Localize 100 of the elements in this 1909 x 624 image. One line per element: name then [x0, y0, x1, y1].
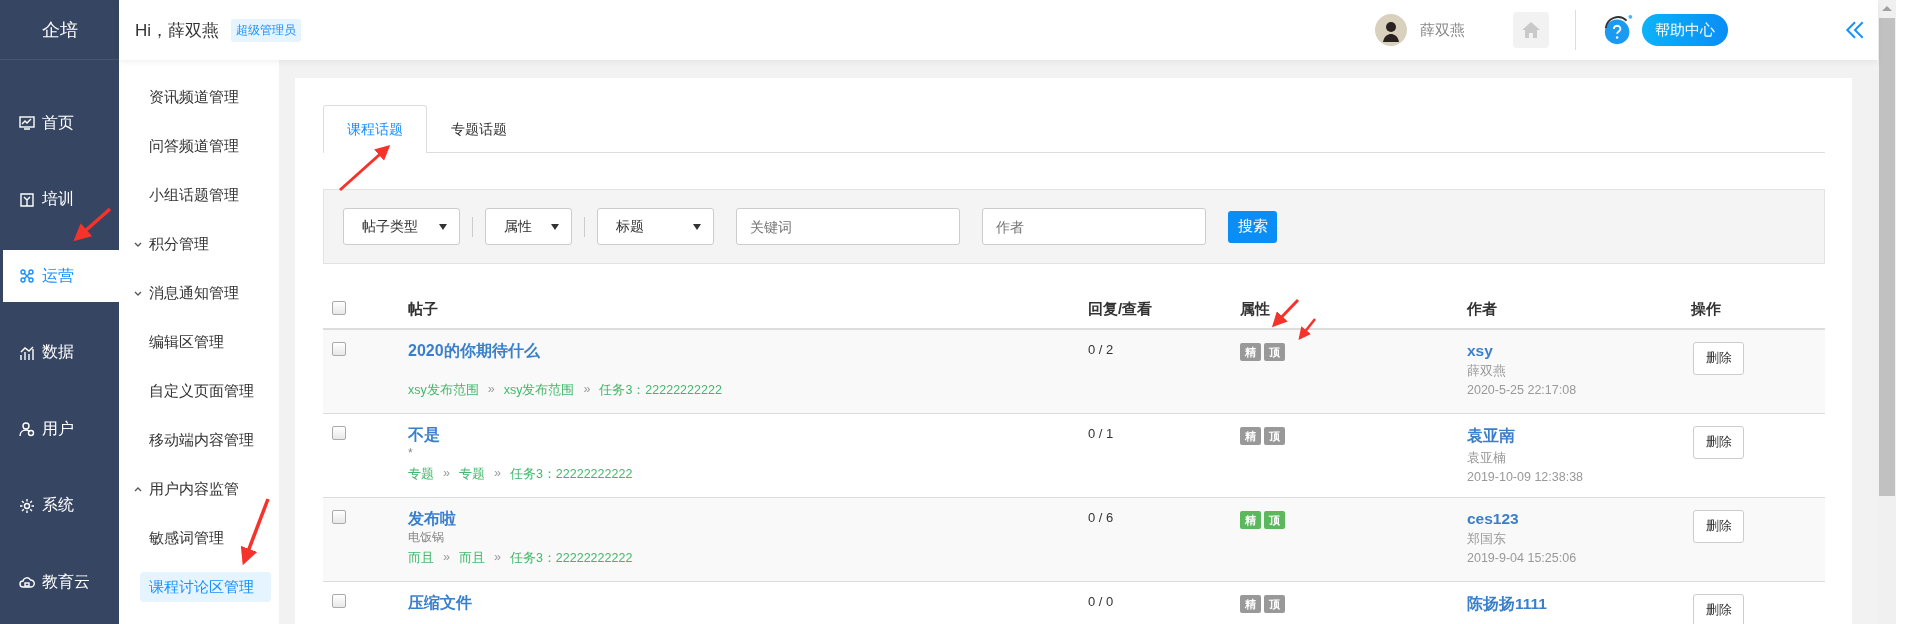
submenu-group[interactable]: 用户内容监管	[133, 474, 271, 504]
filter-dropdown[interactable]: 帖子类型	[343, 208, 460, 245]
column-header: 帖子	[408, 299, 438, 317]
author-link[interactable]: 袁亚南	[1467, 426, 1691, 447]
author-link[interactable]: 陈扬扬1111	[1467, 594, 1691, 615]
annotation-arrow	[339, 145, 391, 192]
path-link[interactable]: 专题	[458, 466, 485, 483]
post-title-link[interactable]: 不是	[408, 426, 1088, 444]
submenu-group[interactable]: 消息通知管理	[133, 278, 271, 308]
keyword-field[interactable]: 关键词	[736, 208, 960, 245]
submenu-group-label: 积分管理	[149, 234, 209, 254]
path-link[interactable]: 专题	[408, 466, 434, 483]
nav-item[interactable]: 运营	[3, 250, 119, 302]
nav-item[interactable]: 数据	[3, 326, 119, 379]
submenu-item[interactable]: 小组话题管理	[140, 180, 271, 210]
post-excerpt: *	[408, 445, 414, 461]
path-link[interactable]: 任务3：22222222222	[509, 466, 633, 483]
home-icon	[1521, 20, 1541, 40]
attribute-tag[interactable]: 精	[1240, 595, 1261, 613]
reply-view-count: 0 / 0	[1088, 594, 1114, 609]
greeting: Hi，薛双燕	[135, 19, 220, 42]
post-date: 2020-5-25 22:17:08	[1467, 383, 1578, 397]
attribute-tag[interactable]: 顶	[1264, 595, 1285, 613]
post-date: 2019-9-04 15:25:06	[1467, 551, 1578, 565]
post-title-link[interactable]: 压缩文件	[408, 594, 1088, 612]
column-header: 操作	[1691, 299, 1721, 317]
scrollbar[interactable]	[1878, 0, 1896, 624]
nav-item[interactable]: 教育云	[3, 556, 119, 608]
filter-dropdown[interactable]: 标题	[597, 208, 714, 245]
submenu-item[interactable]: 自定义页面管理	[140, 376, 271, 406]
delete-button[interactable]: 删除	[1693, 510, 1744, 543]
filter-dropdown[interactable]: 属性	[485, 208, 572, 245]
reply-view-count: 0 / 2	[1088, 342, 1114, 357]
submenu-item[interactable]: 课程讨论区管理	[140, 572, 271, 602]
author-real-name: 郑国东	[1467, 531, 1507, 548]
checkbox[interactable]	[332, 300, 346, 315]
delete-button[interactable]: 删除	[1693, 426, 1744, 459]
nodes-icon	[19, 268, 35, 284]
path-separator: »	[493, 550, 501, 566]
nav-item[interactable]: 系统	[3, 479, 119, 532]
path-link[interactable]: 而且	[458, 550, 485, 567]
post-title-link[interactable]: 发布啦	[408, 510, 1088, 528]
attribute-tag[interactable]: 顶	[1264, 427, 1285, 445]
path-link[interactable]: xsy发布范围	[503, 382, 575, 399]
nav-item[interactable]: 用户	[3, 403, 119, 455]
book-icon	[19, 191, 35, 208]
submenu-item[interactable]: 资讯频道管理	[140, 82, 271, 112]
path-link[interactable]: 任务3：22222222222	[599, 382, 722, 399]
home-button[interactable]	[1513, 12, 1549, 48]
user-icon	[19, 421, 35, 437]
reply-view-count: 0 / 1	[1088, 426, 1114, 441]
author-real-name: 薛双燕	[1467, 363, 1507, 380]
checkbox[interactable]	[332, 510, 346, 524]
column-header: 回复/查看	[1088, 299, 1153, 317]
cloud-icon	[19, 574, 35, 590]
path-separator: »	[443, 466, 450, 482]
search-button[interactable]: 搜索	[1228, 210, 1277, 243]
tab[interactable]: 课程话题	[323, 105, 427, 153]
tab[interactable]: 专题话题	[427, 105, 531, 153]
post-date: 2019-10-09 12:38:38	[1467, 470, 1585, 484]
attribute-tag[interactable]: 顶	[1264, 511, 1285, 529]
column-header: 作者	[1467, 299, 1497, 317]
attribute-tag[interactable]: 精	[1240, 427, 1261, 445]
reply-view-count: 0 / 6	[1088, 510, 1114, 525]
help-center-button[interactable]: 帮助中心	[1642, 14, 1728, 46]
submenu-item[interactable]: 编辑区管理	[140, 327, 271, 357]
author-link[interactable]: ces123	[1467, 510, 1691, 528]
post-excerpt: 电饭锅	[408, 529, 445, 545]
nav-item[interactable]: 培训	[3, 173, 119, 226]
nav-item[interactable]: 首页	[3, 97, 119, 149]
submenu-item[interactable]: 敏感词管理	[140, 523, 271, 553]
submenu-group-label: 用户内容监管	[149, 479, 239, 499]
annotation-arrow	[73, 207, 112, 242]
attribute-tag[interactable]: 精	[1240, 343, 1261, 361]
post-title-link[interactable]: 2020的你期待什么	[408, 342, 1088, 360]
delete-button[interactable]: 删除	[1693, 342, 1744, 375]
checkbox[interactable]	[332, 426, 346, 440]
path-separator: »	[583, 382, 591, 398]
user-name: 薛双燕	[1420, 20, 1465, 40]
author-link[interactable]: xsy	[1467, 342, 1691, 360]
attribute-tag[interactable]: 顶	[1264, 343, 1285, 361]
path-link[interactable]: xsy发布范围	[408, 382, 479, 399]
delete-button[interactable]: 删除	[1693, 594, 1744, 624]
scrollbar-thumb[interactable]	[1879, 18, 1895, 496]
collapse-icon[interactable]	[1844, 19, 1866, 41]
submenu-item[interactable]: 移动端内容管理	[140, 425, 271, 455]
author-field[interactable]: 作者	[982, 208, 1206, 245]
author-real-name: 袁亚楠	[1467, 450, 1507, 467]
checkbox[interactable]	[332, 342, 346, 356]
annotation-arrow	[240, 498, 270, 566]
path-link[interactable]: 而且	[408, 550, 434, 567]
path-separator: »	[487, 382, 495, 398]
checkbox[interactable]	[332, 594, 346, 608]
attribute-tag[interactable]: 精	[1240, 511, 1261, 529]
submenu-group[interactable]: 积分管理	[133, 229, 271, 259]
monitor-chart-icon	[19, 115, 35, 131]
path-link[interactable]: 任务3：22222222222	[509, 550, 633, 567]
bar-chart-icon	[19, 344, 35, 361]
submenu-item[interactable]: 问答频道管理	[140, 131, 271, 161]
path-separator: »	[443, 550, 450, 566]
